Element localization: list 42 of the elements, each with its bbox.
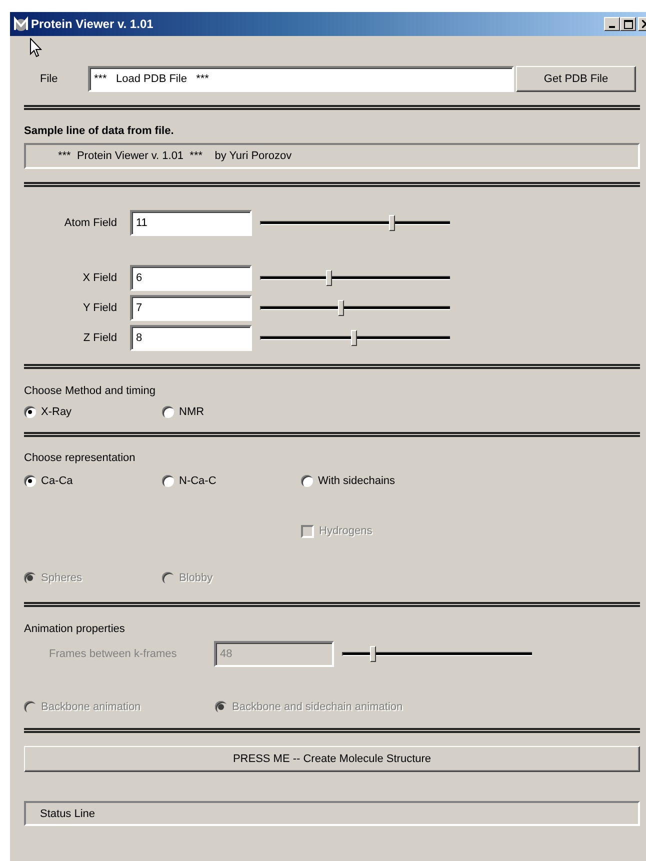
- field-label: Y Field: [82, 302, 117, 314]
- section-heading: Choose representation: [24, 451, 136, 466]
- frames-label: Frames between k-frames: [49, 648, 178, 660]
- create-molecule-button[interactable]: PRESS ME -- Create Molecule Structure: [24, 746, 640, 772]
- field-label: X Field: [82, 272, 117, 284]
- radio-label[interactable]: N-Ca-C: [179, 475, 216, 487]
- section-heading: Sample line of data from file.: [24, 124, 175, 139]
- slider-thumb[interactable]: [351, 330, 357, 346]
- number-field[interactable]: 8: [130, 325, 252, 351]
- number-field[interactable]: 7: [130, 295, 252, 321]
- radio-button[interactable]: [162, 406, 174, 418]
- slider[interactable]: [260, 298, 450, 318]
- section-heading: Choose Method and timing: [24, 384, 156, 399]
- slider[interactable]: [260, 328, 450, 348]
- slider[interactable]: [260, 213, 450, 233]
- slider-thumb[interactable]: [389, 215, 395, 231]
- file-label: File: [40, 73, 59, 85]
- radio-label[interactable]: X-Ray: [41, 406, 72, 418]
- slider[interactable]: [260, 268, 450, 288]
- number-field[interactable]: 11: [130, 210, 252, 236]
- radio-label[interactable]: With sidechains: [318, 475, 396, 487]
- radio-button[interactable]: [24, 475, 36, 487]
- radio-button[interactable]: [301, 475, 313, 487]
- maximize-button[interactable]: [620, 17, 636, 31]
- slider[interactable]: [342, 644, 532, 664]
- slider-thumb[interactable]: [338, 300, 344, 316]
- get-pdb-file-button[interactable]: Get PDB File: [516, 66, 636, 92]
- field-label: Z Field: [82, 332, 117, 344]
- file-field[interactable]: *** Load PDB File ***: [88, 66, 514, 92]
- radio-button[interactable]: [162, 475, 174, 487]
- number-field[interactable]: 6: [130, 265, 252, 291]
- field-label: Atom Field: [63, 217, 117, 229]
- slider-thumb[interactable]: [326, 270, 332, 286]
- radio-button[interactable]: [24, 406, 36, 418]
- window-title: Protein Viewer v. 1.01: [31, 17, 154, 31]
- radio-label[interactable]: Ca-Ca: [41, 475, 73, 487]
- cursor-icon: [30, 38, 42, 58]
- maximize-icon: [624, 20, 632, 28]
- app-icon: [13, 16, 29, 32]
- radio-label[interactable]: NMR: [179, 406, 204, 418]
- section-heading: Animation properties: [24, 622, 126, 637]
- minimize-button[interactable]: [604, 17, 620, 31]
